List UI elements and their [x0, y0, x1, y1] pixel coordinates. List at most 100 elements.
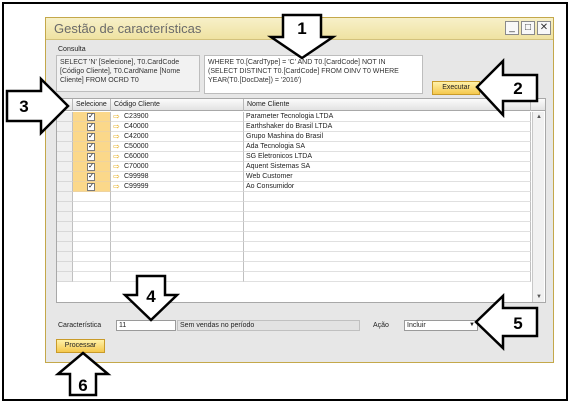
query-where-box[interactable]: WHERE T0.[CardType] = 'C' AND T0.[CardCo…: [204, 55, 423, 94]
select-cell[interactable]: ✓: [73, 152, 111, 162]
row-header-cell[interactable]: [57, 172, 73, 182]
customer-code-cell[interactable]: [111, 242, 244, 252]
table-row[interactable]: ✓ ⇨ C60000 SG Eletronicos LTDA: [57, 152, 545, 162]
row-header-cell[interactable]: [57, 272, 73, 282]
row-header-cell[interactable]: [57, 242, 73, 252]
table-row[interactable]: ✓ ⇨ C99998 Web Customer: [57, 172, 545, 182]
select-cell[interactable]: [73, 252, 111, 262]
select-cell[interactable]: ✓: [73, 162, 111, 172]
customer-code-cell[interactable]: ⇨ C50000: [111, 142, 244, 152]
table-row[interactable]: ✓ ⇨ C40000 Earthshaker do Brasil LTDA: [57, 122, 545, 132]
row-header-cell[interactable]: [57, 162, 73, 172]
select-cell[interactable]: ✓: [73, 172, 111, 182]
customer-code-cell[interactable]: ⇨ C42000: [111, 132, 244, 142]
customer-code-cell[interactable]: ⇨ C70000: [111, 162, 244, 172]
select-cell[interactable]: [73, 272, 111, 282]
select-cell[interactable]: [73, 192, 111, 202]
empty-table-row[interactable]: [57, 212, 545, 222]
scroll-down-icon[interactable]: ▼: [535, 293, 543, 301]
process-button[interactable]: Processar: [56, 339, 105, 353]
customer-code-cell[interactable]: [111, 212, 244, 222]
row-header-cell[interactable]: [57, 232, 73, 242]
customer-code-cell[interactable]: [111, 222, 244, 232]
empty-table-row[interactable]: [57, 272, 545, 282]
column-header-customer-name[interactable]: Nome Cliente: [244, 99, 531, 111]
close-button[interactable]: ✕: [537, 21, 551, 35]
arrow-right-icon[interactable]: ⇨: [113, 123, 120, 131]
empty-table-row[interactable]: [57, 232, 545, 242]
maximize-button[interactable]: □: [521, 21, 535, 35]
customer-code-cell[interactable]: [111, 252, 244, 262]
arrow-right-icon[interactable]: ⇨: [113, 133, 120, 141]
characteristic-code-input[interactable]: 11: [116, 320, 176, 331]
row-header-cell[interactable]: [57, 142, 73, 152]
column-header-select[interactable]: Selecione: [73, 99, 111, 111]
row-header-cell[interactable]: [57, 182, 73, 192]
empty-table-row[interactable]: [57, 242, 545, 252]
row-header-cell[interactable]: [57, 122, 73, 132]
row-header-cell[interactable]: [57, 112, 73, 122]
table-row[interactable]: ✓ ⇨ C42000 Grupo Mashina do Brasil: [57, 132, 545, 142]
select-checkbox[interactable]: ✓: [87, 153, 95, 161]
customer-code-cell[interactable]: [111, 262, 244, 272]
customer-code-cell[interactable]: ⇨ C99999: [111, 182, 244, 192]
arrow-right-icon[interactable]: ⇨: [113, 113, 120, 121]
table-row[interactable]: ✓ ⇨ C50000 Ada Tecnologia SA: [57, 142, 545, 152]
select-checkbox[interactable]: ✓: [87, 173, 95, 181]
select-checkbox[interactable]: ✓: [87, 133, 95, 141]
select-checkbox[interactable]: ✓: [87, 183, 95, 191]
arrow-right-icon[interactable]: ⇨: [113, 173, 120, 181]
empty-table-row[interactable]: [57, 192, 545, 202]
empty-table-row[interactable]: [57, 262, 545, 272]
row-header-cell[interactable]: [57, 212, 73, 222]
customer-code-cell[interactable]: [111, 232, 244, 242]
customer-code-cell[interactable]: ⇨ C40000: [111, 122, 244, 132]
empty-table-row[interactable]: [57, 222, 545, 232]
empty-table-row[interactable]: [57, 252, 545, 262]
scroll-up-icon[interactable]: ▲: [535, 113, 543, 121]
select-cell[interactable]: ✓: [73, 142, 111, 152]
row-header-cell[interactable]: [57, 132, 73, 142]
arrow-right-icon[interactable]: ⇨: [113, 163, 120, 171]
table-row[interactable]: ✓ ⇨ C23900 Parameter Tecnologia LTDA: [57, 112, 545, 122]
minimize-button[interactable]: _: [505, 21, 519, 35]
select-checkbox[interactable]: ✓: [87, 113, 95, 121]
chevron-down-icon[interactable]: ▼: [469, 321, 475, 330]
select-checkbox[interactable]: ✓: [87, 143, 95, 151]
customer-code-cell[interactable]: ⇨ C99998: [111, 172, 244, 182]
row-header-cell[interactable]: [57, 222, 73, 232]
customer-code-cell[interactable]: ⇨ C60000: [111, 152, 244, 162]
select-cell[interactable]: [73, 202, 111, 212]
execute-button[interactable]: Executar: [432, 81, 480, 95]
select-cell[interactable]: [73, 242, 111, 252]
select-cell[interactable]: [73, 212, 111, 222]
empty-table-row[interactable]: [57, 202, 545, 212]
row-header-cell[interactable]: [57, 192, 73, 202]
customer-code-cell[interactable]: [111, 202, 244, 212]
query-select-box[interactable]: SELECT 'N' [Selecione], T0.CardCode [Cód…: [56, 55, 200, 92]
row-header-cell[interactable]: [57, 262, 73, 272]
table-row[interactable]: ✓ ⇨ C99999 Ao Consumidor: [57, 182, 545, 192]
select-checkbox[interactable]: ✓: [87, 163, 95, 171]
customer-code-cell[interactable]: [111, 192, 244, 202]
select-cell[interactable]: ✓: [73, 112, 111, 122]
select-cell[interactable]: [73, 222, 111, 232]
action-select[interactable]: Incluir ▼: [404, 320, 478, 331]
arrow-right-icon[interactable]: ⇨: [113, 183, 120, 191]
grid-scrollbar[interactable]: ▲ ▼: [532, 112, 544, 302]
arrow-right-icon[interactable]: ⇨: [113, 143, 120, 151]
table-row[interactable]: ✓ ⇨ C70000 Aquent Sistemas SA: [57, 162, 545, 172]
row-header-cell[interactable]: [57, 252, 73, 262]
select-checkbox[interactable]: ✓: [87, 123, 95, 131]
customer-code-cell[interactable]: ⇨ C23900: [111, 112, 244, 122]
select-cell[interactable]: ✓: [73, 122, 111, 132]
row-header-cell[interactable]: [57, 152, 73, 162]
select-cell[interactable]: ✓: [73, 132, 111, 142]
select-cell[interactable]: [73, 232, 111, 242]
select-cell[interactable]: [73, 262, 111, 272]
column-header-customer-code[interactable]: Código Cliente: [111, 99, 244, 111]
select-cell[interactable]: ✓: [73, 182, 111, 192]
row-header-cell[interactable]: [57, 202, 73, 212]
arrow-right-icon[interactable]: ⇨: [113, 153, 120, 161]
customer-code-cell[interactable]: [111, 272, 244, 282]
